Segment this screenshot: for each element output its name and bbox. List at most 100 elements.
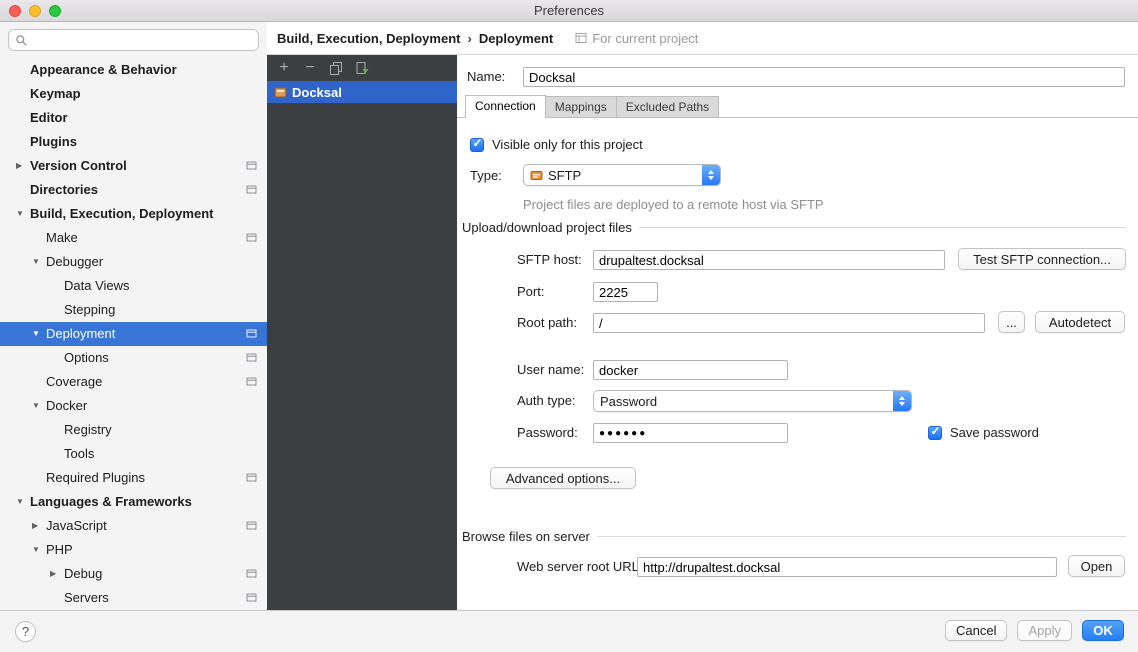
settings-sidebar: Appearance & Behavior Keymap Editor Plug… (0, 22, 267, 610)
open-button[interactable]: Open (1068, 555, 1125, 577)
browse-root-path-button[interactable]: ... (998, 311, 1025, 333)
breadcrumb: Build, Execution, Deployment › Deploymen… (267, 22, 1138, 55)
shared-settings-icon (246, 160, 257, 171)
chevron-down-icon[interactable] (32, 250, 46, 274)
sidebar-item-coverage[interactable]: Coverage (0, 370, 267, 394)
sidebar-item-docker[interactable]: Docker (0, 394, 267, 418)
section-upload: Upload/download project files (462, 218, 1126, 236)
chevron-down-icon[interactable] (16, 490, 30, 514)
add-server-button[interactable]: + (275, 56, 293, 80)
shared-settings-icon (246, 520, 257, 531)
sidebar-item-plugins[interactable]: Plugins (0, 130, 267, 154)
apply-button[interactable]: Apply (1017, 620, 1072, 641)
sidebar-item-required-plugins[interactable]: Required Plugins (0, 466, 267, 490)
popup-stepper-icon (702, 165, 720, 185)
sidebar-item-options[interactable]: Options (0, 346, 267, 370)
sidebar-item-registry[interactable]: Registry (0, 418, 267, 442)
shared-settings-icon (246, 184, 257, 195)
user-name-label: User name: (517, 359, 584, 381)
tab-mappings[interactable]: Mappings (545, 96, 617, 117)
sidebar-item-version-control[interactable]: Version Control (0, 154, 267, 178)
scope-label: For current project (575, 31, 698, 46)
auth-type-value: Password (600, 394, 657, 409)
chevron-down-icon[interactable] (32, 538, 46, 562)
tab-bar: Connection Mappings Excluded Paths (457, 95, 1138, 118)
shared-settings-icon (246, 472, 257, 483)
visible-only-checkbox[interactable] (470, 138, 484, 152)
search-input[interactable] (32, 31, 252, 49)
sidebar-item-directories[interactable]: Directories (0, 178, 267, 202)
breadcrumb-parent[interactable]: Build, Execution, Deployment (277, 31, 460, 46)
port-input[interactable] (593, 282, 658, 302)
root-path-input[interactable] (593, 313, 985, 333)
server-list-panel: + − Docksal (267, 55, 457, 610)
deployment-server-icon (274, 86, 287, 99)
tab-excluded-paths[interactable]: Excluded Paths (616, 96, 719, 117)
shared-settings-icon (246, 232, 257, 243)
preferences-window: Preferences Appearance & Behavior Keymap… (0, 0, 1138, 652)
search-icon (15, 34, 28, 47)
sidebar-item-servers[interactable]: Servers (0, 586, 267, 610)
sidebar-item-debug[interactable]: Debug (0, 562, 267, 586)
breadcrumb-separator-icon: › (467, 31, 471, 46)
auth-type-select[interactable]: Password (593, 390, 912, 412)
sidebar-item-stepping[interactable]: Stepping (0, 298, 267, 322)
tab-connection[interactable]: Connection (465, 95, 546, 118)
sidebar-item-editor[interactable]: Editor (0, 106, 267, 130)
search-box[interactable] (8, 29, 259, 51)
sidebar-item-debugger[interactable]: Debugger (0, 250, 267, 274)
sidebar-item-keymap[interactable]: Keymap (0, 82, 267, 106)
sidebar-item-make[interactable]: Make (0, 226, 267, 250)
sidebar-item-languages-frameworks[interactable]: Languages & Frameworks (0, 490, 267, 514)
web-server-root-url-input[interactable] (637, 557, 1057, 577)
autodetect-button[interactable]: Autodetect (1035, 311, 1125, 333)
sidebar-item-tools[interactable]: Tools (0, 442, 267, 466)
import-icon (355, 61, 369, 75)
cancel-button[interactable]: Cancel (945, 620, 1007, 641)
copy-server-button[interactable] (327, 56, 345, 80)
chevron-down-icon[interactable] (32, 394, 46, 418)
chevron-right-icon[interactable] (16, 154, 30, 178)
titlebar: Preferences (0, 0, 1138, 22)
sidebar-item-data-views[interactable]: Data Views (0, 274, 267, 298)
help-button[interactable]: ? (15, 621, 36, 642)
dialog-footer: ? Cancel Apply OK (0, 610, 1138, 652)
server-list-item-docksal[interactable]: Docksal (267, 81, 457, 103)
import-server-button[interactable] (353, 56, 371, 80)
chevron-right-icon[interactable] (50, 562, 64, 586)
chevron-down-icon[interactable] (32, 322, 46, 346)
shared-settings-icon (246, 328, 257, 339)
sidebar-item-build-execution-deployment[interactable]: Build, Execution, Deployment (0, 202, 267, 226)
chevron-down-icon[interactable] (16, 202, 30, 226)
shared-settings-icon (246, 568, 257, 579)
type-select[interactable]: SFTP (523, 164, 721, 186)
breadcrumb-current: Deployment (479, 31, 553, 46)
shared-settings-icon (246, 352, 257, 363)
window-title: Preferences (0, 0, 1138, 22)
type-help-text: Project files are deployed to a remote h… (523, 194, 824, 216)
sftp-host-input[interactable] (593, 250, 945, 270)
password-label: Password: (517, 422, 578, 444)
sftp-host-label: SFTP host: (517, 249, 582, 271)
sidebar-item-deployment[interactable]: Deployment (0, 322, 267, 346)
advanced-options-button[interactable]: Advanced options... (490, 467, 636, 489)
password-input[interactable] (593, 423, 788, 443)
user-name-input[interactable] (593, 360, 788, 380)
save-password-label: Save password (950, 422, 1039, 444)
sidebar-item-appearance-behavior[interactable]: Appearance & Behavior (0, 58, 267, 82)
type-label: Type: (470, 165, 502, 187)
name-label: Name: (467, 66, 505, 88)
settings-tree: Appearance & Behavior Keymap Editor Plug… (0, 58, 267, 610)
sidebar-item-php[interactable]: PHP (0, 538, 267, 562)
section-browse: Browse files on server (462, 527, 1126, 545)
sidebar-item-javascript[interactable]: JavaScript (0, 514, 267, 538)
auth-type-label: Auth type: (517, 390, 576, 412)
type-value: SFTP (548, 168, 581, 183)
chevron-right-icon[interactable] (32, 514, 46, 538)
name-input[interactable] (523, 67, 1125, 87)
save-password-checkbox[interactable] (928, 426, 942, 440)
deployment-form: Name: Connection Mappings Excluded Paths… (457, 55, 1138, 610)
test-sftp-connection-button[interactable]: Test SFTP connection... (958, 248, 1126, 270)
ok-button[interactable]: OK (1082, 620, 1124, 641)
remove-server-button[interactable]: − (301, 56, 319, 80)
